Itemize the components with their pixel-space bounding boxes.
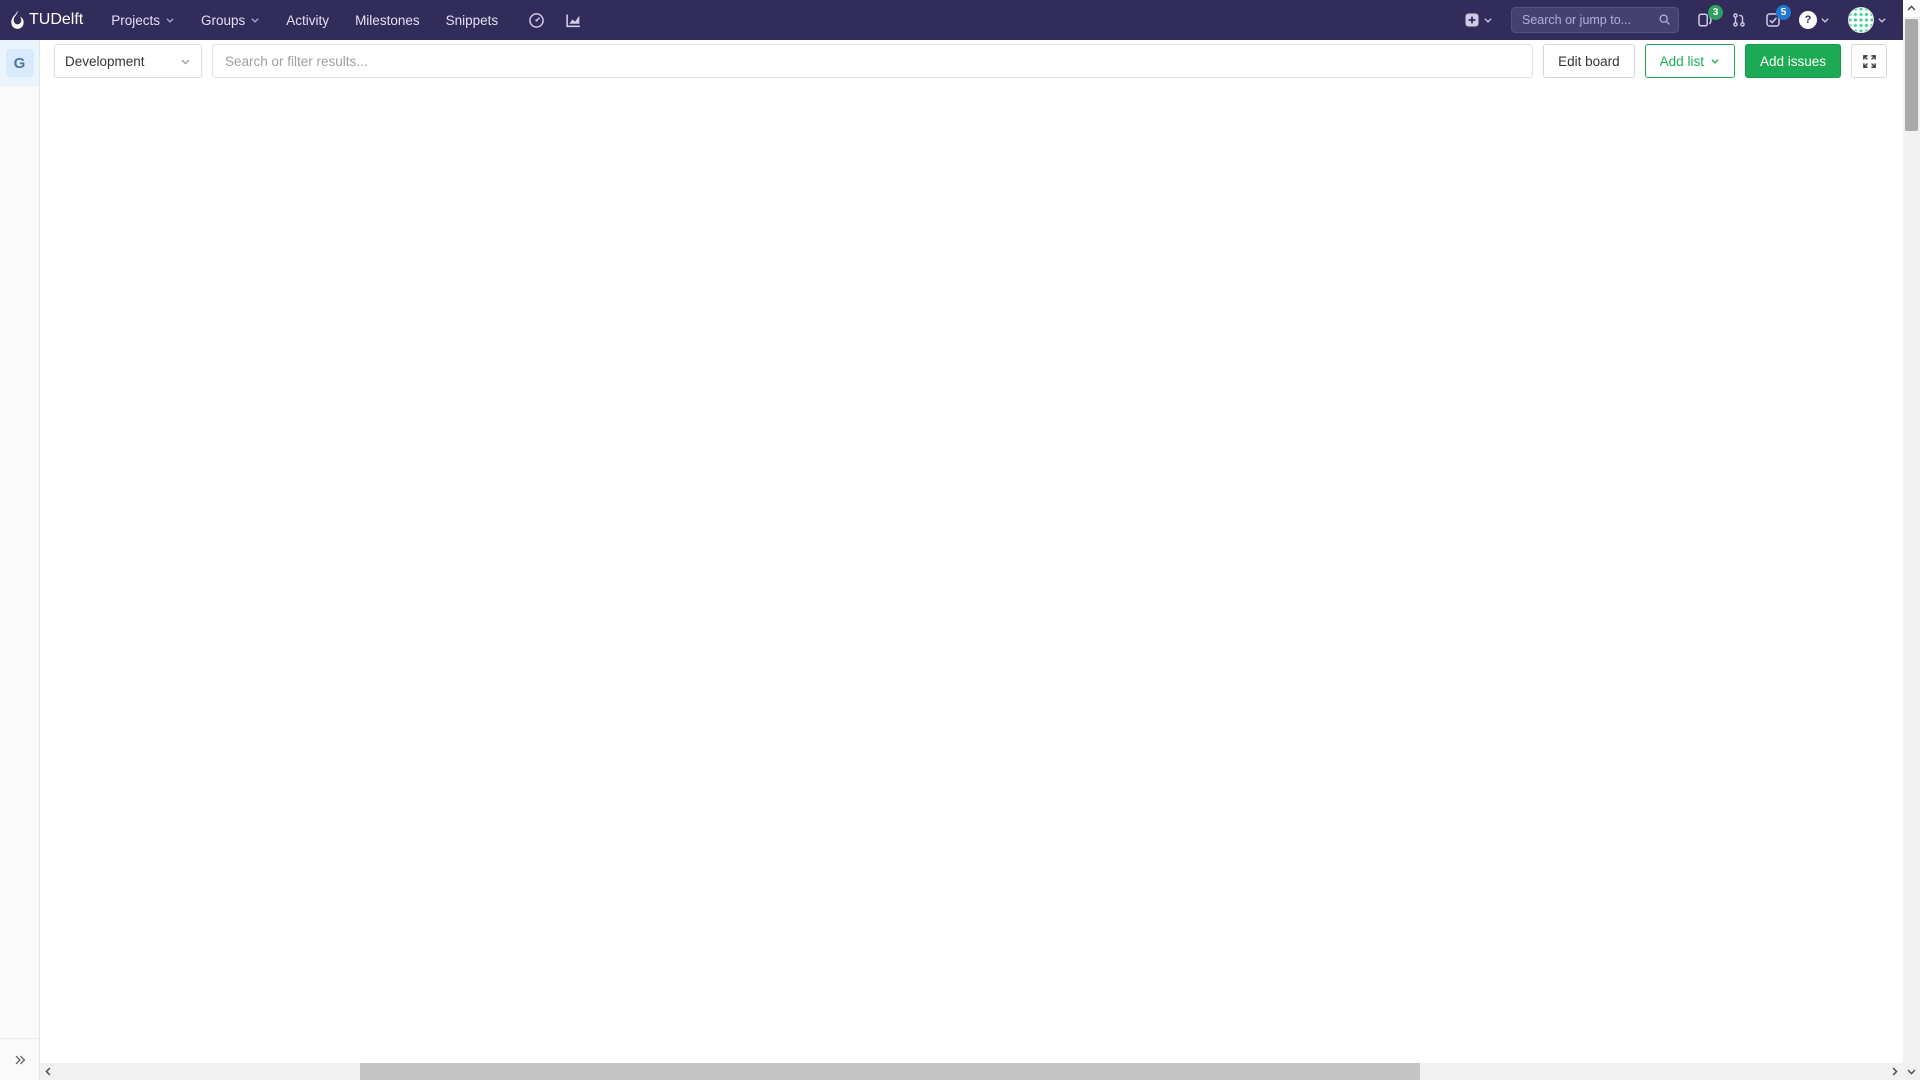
chevron-down-icon — [1877, 15, 1887, 25]
nav-projects[interactable]: Projects — [111, 13, 175, 28]
dashboard-icon[interactable] — [528, 12, 545, 29]
global-search-input[interactable] — [1511, 7, 1679, 33]
add-list-button[interactable]: Add list — [1645, 44, 1735, 78]
help-icon: ? — [1799, 11, 1817, 29]
chevron-down-icon — [1820, 15, 1830, 25]
nav-groups[interactable]: Groups — [201, 13, 260, 28]
board-filter-input[interactable] — [212, 44, 1533, 78]
todos-count-badge: 5 — [1776, 5, 1791, 20]
chevron-down-icon — [180, 56, 191, 67]
merge-request-icon — [1731, 12, 1747, 28]
help-menu-button[interactable]: ? — [1799, 11, 1830, 29]
nav-milestones[interactable]: Milestones — [355, 13, 420, 28]
logo-text: TUDelft — [29, 11, 83, 29]
merge-requests-shortcut-button[interactable] — [1731, 12, 1747, 28]
search-icon — [1658, 13, 1671, 26]
user-menu-button[interactable] — [1848, 7, 1887, 33]
issue-board — [40, 91, 1903, 1008]
user-avatar — [1848, 7, 1874, 33]
scroll-left-arrow[interactable] — [40, 1063, 57, 1080]
tudelft-logo[interactable]: TUDelft — [10, 10, 83, 31]
collapse-sidebar-button[interactable] — [0, 1038, 39, 1080]
issues-shortcut-button[interactable]: 3 — [1697, 12, 1713, 28]
analytics-chart-icon[interactable] — [565, 12, 582, 29]
expand-icon — [1862, 54, 1877, 69]
edit-board-button[interactable]: Edit board — [1543, 44, 1635, 78]
board-switcher-dropdown[interactable]: Development — [54, 44, 202, 78]
board-controls: Development Edit board Add list Add issu… — [40, 31, 1903, 91]
chevron-down-icon — [1710, 56, 1720, 66]
plus-square-icon — [1464, 12, 1480, 28]
add-issues-button[interactable]: Add issues — [1745, 44, 1841, 78]
nav-snippets[interactable]: Snippets — [446, 13, 499, 28]
issues-count-badge: 3 — [1708, 5, 1723, 20]
top-navbar: TUDelft Projects Groups Activity Milesto… — [0, 0, 1903, 40]
nav-activity[interactable]: Activity — [286, 13, 329, 28]
vertical-scrollbar-thumb[interactable] — [1905, 19, 1918, 131]
horizontal-scrollbar-thumb[interactable] — [360, 1063, 1420, 1080]
project-sidebar: G — [0, 40, 40, 1080]
new-menu-button[interactable] — [1464, 12, 1493, 28]
horizontal-scrollbar[interactable] — [40, 1063, 1903, 1080]
todos-shortcut-button[interactable]: 5 — [1765, 12, 1781, 28]
chevron-down-icon — [250, 15, 260, 25]
scroll-up-arrow[interactable] — [1903, 0, 1920, 17]
chevron-down-icon — [1483, 15, 1493, 25]
vertical-scrollbar[interactable] — [1903, 0, 1920, 1080]
fullscreen-button[interactable] — [1851, 44, 1887, 78]
flame-icon — [10, 10, 25, 31]
project-avatar[interactable]: G — [0, 40, 39, 86]
chevron-down-icon — [165, 15, 175, 25]
scroll-right-arrow[interactable] — [1886, 1063, 1903, 1080]
primary-nav: Projects Groups Activity Milestones Snip… — [111, 13, 498, 28]
scroll-down-arrow[interactable] — [1903, 1063, 1920, 1080]
